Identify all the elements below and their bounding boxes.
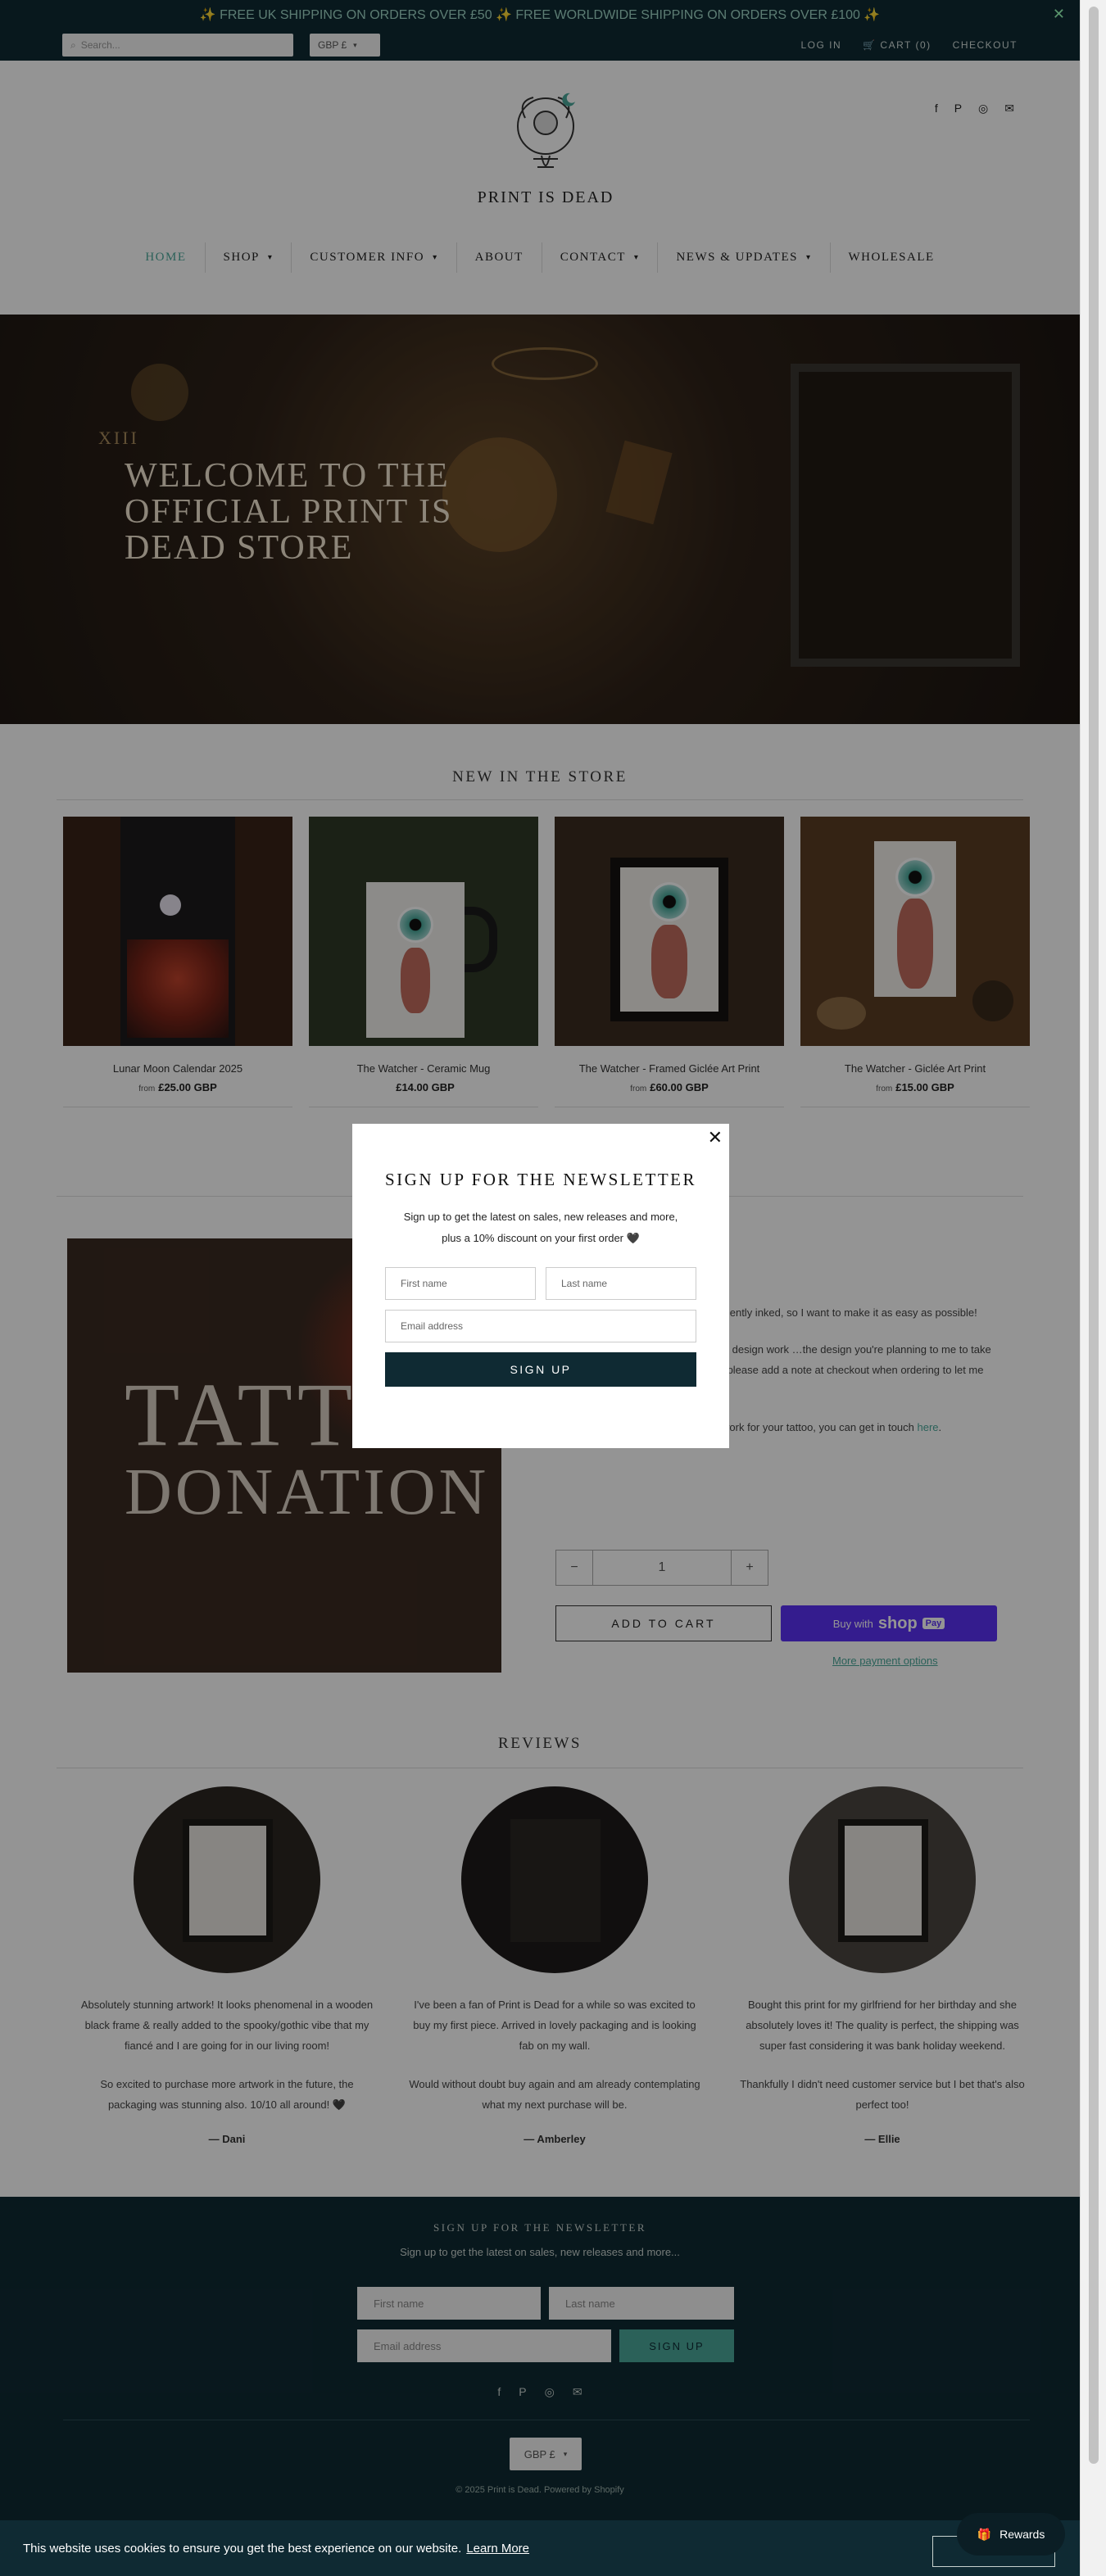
newsletter-modal: ✕ SIGN UP FOR THE NEWSLETTER Sign up to … — [352, 1124, 729, 1448]
rewards-button[interactable]: 🎁 Rewards — [957, 2513, 1065, 2556]
scrollbar[interactable] — [1080, 0, 1106, 2576]
scrollbar-thumb[interactable] — [1089, 7, 1099, 2464]
learn-more-link[interactable]: Learn More — [466, 2542, 529, 2556]
first-name-field[interactable]: First name — [385, 1267, 536, 1300]
cookie-banner: This website uses cookies to ensure you … — [0, 2520, 1080, 2576]
cookie-text: This website uses cookies to ensure you … — [23, 2541, 462, 2556]
gift-icon: 🎁 — [977, 2527, 992, 2541]
modal-signup-button[interactable]: SIGN UP — [385, 1352, 696, 1387]
rewards-label: Rewards — [999, 2528, 1045, 2541]
page: ✨ FREE UK SHIPPING ON ORDERS OVER £50 ✨ … — [0, 0, 1080, 2576]
close-icon[interactable]: ✕ — [708, 1127, 723, 1148]
modal-subtitle: Sign up to get the latest on sales, new … — [403, 1211, 678, 1244]
last-name-field[interactable]: Last name — [546, 1267, 696, 1300]
modal-title: SIGN UP FOR THE NEWSLETTER — [385, 1170, 696, 1189]
email-field[interactable]: Email address — [385, 1310, 696, 1342]
